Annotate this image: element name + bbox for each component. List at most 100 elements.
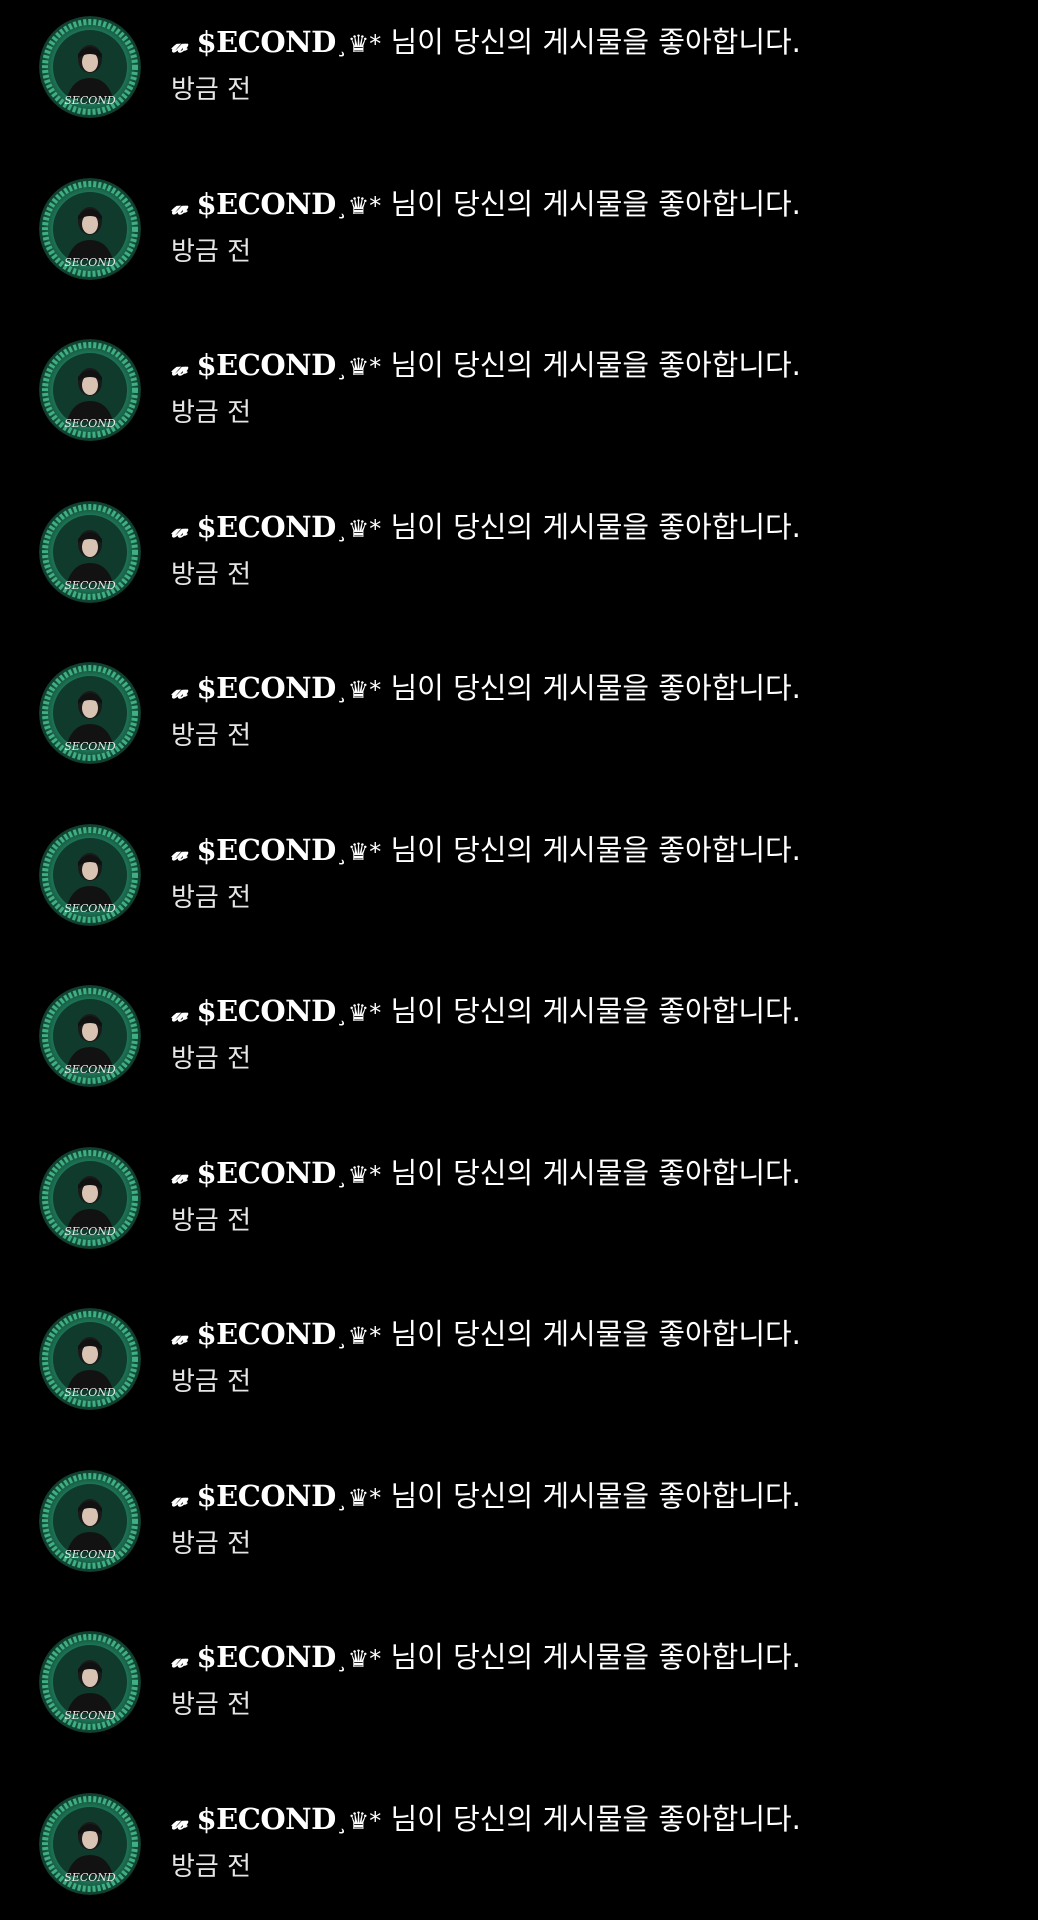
notification-item[interactable]: SECOND 𝔀 $ECOND¸♛* 님이 당신의 게시물을 좋아합니다. 방금… [0, 323, 1038, 453]
notification-list: SECOND 𝔀 $ECOND¸♛* 님이 당신의 게시물을 좋아합니다. 방금… [0, 0, 1038, 1920]
notification-item[interactable]: SECOND 𝔀 $ECOND¸♛* 님이 당신의 게시물을 좋아합니다. 방금… [0, 0, 1038, 130]
avatar-label: SECOND [64, 1063, 116, 1076]
profile-avatar-icon: SECOND [39, 1308, 141, 1410]
username[interactable]: $ECOND [196, 348, 336, 382]
notification-message: 𝔀 $ECOND¸♛* 님이 당신의 게시물을 좋아합니다. [171, 830, 801, 873]
timestamp: 방금 전 [171, 1529, 252, 1559]
profile-avatar-icon: SECOND [39, 16, 141, 118]
profile-avatar-icon: SECOND [39, 501, 141, 603]
username-prefix: 𝔀 [171, 840, 188, 866]
username-prefix: 𝔀 [171, 194, 188, 220]
timestamp: 방금 전 [171, 721, 252, 751]
notification-message: 𝔀 $ECOND¸♛* 님이 당신의 게시물을 좋아합니다. [171, 1799, 801, 1842]
notification-item[interactable]: SECOND 𝔀 $ECOND¸♛* 님이 당신의 게시물을 좋아합니다. 방금… [0, 969, 1038, 1099]
notification-item[interactable]: SECOND 𝔀 $ECOND¸♛* 님이 당신의 게시물을 좋아합니다. 방금… [0, 485, 1038, 615]
username-prefix: 𝔀 [171, 1809, 188, 1835]
notification-message: 𝔀 $ECOND¸♛* 님이 당신의 게시물을 좋아합니다. [171, 1476, 801, 1519]
timestamp: 방금 전 [171, 560, 252, 590]
notification-item[interactable]: SECOND 𝔀 $ECOND¸♛* 님이 당신의 게시물을 좋아합니다. 방금… [0, 808, 1038, 938]
username[interactable]: $ECOND [196, 671, 336, 705]
username-suffix: ¸♛* [335, 1322, 382, 1350]
avatar-label: SECOND [64, 1225, 116, 1238]
timestamp: 방금 전 [171, 1852, 252, 1882]
username[interactable]: $ECOND [196, 510, 336, 544]
notification-message: 𝔀 $ECOND¸♛* 님이 당신의 게시물을 좋아합니다. [171, 1314, 801, 1357]
message-text: 님이 당신의 게시물을 좋아합니다. [381, 1156, 801, 1190]
timestamp: 방금 전 [171, 237, 252, 267]
timestamp: 방금 전 [171, 1367, 252, 1397]
avatar[interactable]: SECOND [39, 662, 141, 764]
message-text: 님이 당신의 게시물을 좋아합니다. [381, 1479, 801, 1513]
profile-avatar-icon: SECOND [39, 178, 141, 280]
avatar[interactable]: SECOND [39, 824, 141, 926]
username[interactable]: $ECOND [196, 1479, 336, 1513]
timestamp: 방금 전 [171, 398, 252, 428]
message-text: 님이 당신의 게시물을 좋아합니다. [381, 1802, 801, 1836]
notification-item[interactable]: SECOND 𝔀 $ECOND¸♛* 님이 당신의 게시물을 좋아합니다. 방금… [0, 646, 1038, 776]
avatar-label: SECOND [64, 256, 116, 269]
message-text: 님이 당신의 게시물을 좋아합니다. [381, 671, 801, 705]
username-prefix: 𝔀 [171, 1001, 188, 1027]
username[interactable]: $ECOND [196, 187, 336, 221]
profile-avatar-icon: SECOND [39, 985, 141, 1087]
username-prefix: 𝔀 [171, 32, 188, 58]
profile-avatar-icon: SECOND [39, 1470, 141, 1572]
avatar-label: SECOND [64, 579, 116, 592]
username[interactable]: $ECOND [196, 994, 336, 1028]
timestamp: 방금 전 [171, 883, 252, 913]
timestamp: 방금 전 [171, 1044, 252, 1074]
username-prefix: 𝔀 [171, 355, 188, 381]
profile-avatar-icon: SECOND [39, 1147, 141, 1249]
username[interactable]: $ECOND [196, 1640, 336, 1674]
username-prefix: 𝔀 [171, 1163, 188, 1189]
username-suffix: ¸♛* [335, 999, 382, 1027]
notification-item[interactable]: SECOND 𝔀 $ECOND¸♛* 님이 당신의 게시물을 좋아합니다. 방금… [0, 1292, 1038, 1422]
username-suffix: ¸♛* [335, 1484, 382, 1512]
notification-item[interactable]: SECOND 𝔀 $ECOND¸♛* 님이 당신의 게시물을 좋아합니다. 방금… [0, 1777, 1038, 1907]
avatar[interactable]: SECOND [39, 1308, 141, 1410]
username-suffix: ¸♛* [335, 1807, 382, 1835]
avatar[interactable]: SECOND [39, 1793, 141, 1895]
username[interactable]: $ECOND [196, 1802, 336, 1836]
message-text: 님이 당신의 게시물을 좋아합니다. [381, 187, 801, 221]
notification-item[interactable]: SECOND 𝔀 $ECOND¸♛* 님이 당신의 게시물을 좋아합니다. 방금… [0, 162, 1038, 292]
notification-message: 𝔀 $ECOND¸♛* 님이 당신의 게시물을 좋아합니다. [171, 345, 801, 388]
profile-avatar-icon: SECOND [39, 662, 141, 764]
username[interactable]: $ECOND [196, 833, 336, 867]
notification-message: 𝔀 $ECOND¸♛* 님이 당신의 게시물을 좋아합니다. [171, 184, 801, 227]
avatar[interactable]: SECOND [39, 1147, 141, 1249]
notification-item[interactable]: SECOND 𝔀 $ECOND¸♛* 님이 당신의 게시물을 좋아합니다. 방금… [0, 1454, 1038, 1584]
avatar-label: SECOND [64, 1386, 116, 1399]
avatar[interactable]: SECOND [39, 501, 141, 603]
avatar[interactable]: SECOND [39, 985, 141, 1087]
profile-avatar-icon: SECOND [39, 824, 141, 926]
avatar-label: SECOND [64, 1548, 116, 1561]
username-suffix: ¸♛* [335, 1161, 382, 1189]
avatar[interactable]: SECOND [39, 1631, 141, 1733]
notification-message: 𝔀 $ECOND¸♛* 님이 당신의 게시물을 좋아합니다. [171, 507, 801, 550]
notification-message: 𝔀 $ECOND¸♛* 님이 당신의 게시물을 좋아합니다. [171, 1637, 801, 1680]
avatar[interactable]: SECOND [39, 339, 141, 441]
username-prefix: 𝔀 [171, 678, 188, 704]
username-suffix: ¸♛* [335, 838, 382, 866]
notification-item[interactable]: SECOND 𝔀 $ECOND¸♛* 님이 당신의 게시물을 좋아합니다. 방금… [0, 1131, 1038, 1261]
avatar-label: SECOND [64, 1709, 116, 1722]
message-text: 님이 당신의 게시물을 좋아합니다. [381, 833, 801, 867]
username-prefix: 𝔀 [171, 1486, 188, 1512]
message-text: 님이 당신의 게시물을 좋아합니다. [381, 994, 801, 1028]
username[interactable]: $ECOND [196, 25, 336, 59]
username[interactable]: $ECOND [196, 1156, 336, 1190]
timestamp: 방금 전 [171, 75, 252, 105]
profile-avatar-icon: SECOND [39, 1631, 141, 1733]
timestamp: 방금 전 [171, 1690, 252, 1720]
username-suffix: ¸♛* [335, 30, 382, 58]
username[interactable]: $ECOND [196, 1317, 336, 1351]
avatar[interactable]: SECOND [39, 178, 141, 280]
message-text: 님이 당신의 게시물을 좋아합니다. [381, 348, 801, 382]
notification-item[interactable]: SECOND 𝔀 $ECOND¸♛* 님이 당신의 게시물을 좋아합니다. 방금… [0, 1615, 1038, 1745]
avatar[interactable]: SECOND [39, 16, 141, 118]
profile-avatar-icon: SECOND [39, 1793, 141, 1895]
notification-message: 𝔀 $ECOND¸♛* 님이 당신의 게시물을 좋아합니다. [171, 991, 801, 1034]
avatar[interactable]: SECOND [39, 1470, 141, 1572]
message-text: 님이 당신의 게시물을 좋아합니다. [381, 25, 801, 59]
